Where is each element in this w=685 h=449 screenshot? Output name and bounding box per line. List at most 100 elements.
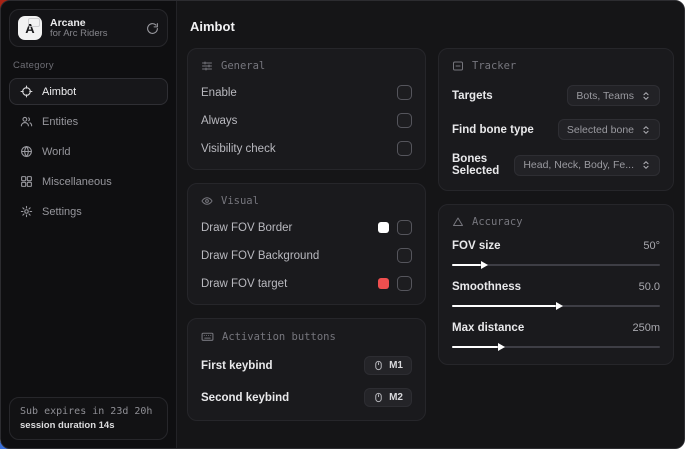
sidebar-item-label: World xyxy=(42,146,71,158)
smoothness-slider[interactable] xyxy=(452,302,660,310)
mouse-icon xyxy=(373,360,384,371)
subscription-info-card: Sub expires in 23d 20h session duration … xyxy=(9,397,168,440)
setting-row-targets: Targets Bots, Teams xyxy=(452,85,660,106)
keybind-value: M1 xyxy=(389,360,403,371)
sidebar: A Arcane for Arc Riders Category Aimbot xyxy=(1,1,177,448)
setting-label: Bones Selected xyxy=(452,153,514,177)
chevrons-up-down-icon xyxy=(641,91,651,101)
setting-row-enable: Enable xyxy=(201,85,412,100)
draw-fov-target-checkbox[interactable] xyxy=(397,276,412,291)
dropdown-value: Selected bone xyxy=(567,124,634,136)
setting-label: FOV size xyxy=(452,240,501,252)
eye-icon xyxy=(201,195,213,207)
app-meta: Arcane for Arc Riders xyxy=(50,17,108,40)
setting-label: Find bone type xyxy=(452,124,534,136)
setting-label: Smoothness xyxy=(452,281,521,293)
setting-row-draw-fov-target: Draw FOV target xyxy=(201,276,412,291)
bones-selected-dropdown[interactable]: Head, Neck, Body, Fe... xyxy=(514,155,660,176)
page: A Arcane for Arc Riders Category Aimbot xyxy=(0,0,685,449)
setting-label: Targets xyxy=(452,90,493,102)
card-title-label: Visual xyxy=(221,195,259,207)
sidebar-item-world[interactable]: World xyxy=(9,138,168,165)
app-subtitle: for Arc Riders xyxy=(50,29,108,40)
setting-label: Draw FOV Background xyxy=(201,250,319,262)
slider-fill xyxy=(452,305,556,307)
setting-row-always: Always xyxy=(201,113,412,128)
scan-icon xyxy=(452,60,464,72)
app-header-card: A Arcane for Arc Riders xyxy=(9,9,168,47)
always-checkbox[interactable] xyxy=(397,113,412,128)
second-keybind-button[interactable]: M2 xyxy=(364,388,412,407)
dropdown-value: Head, Neck, Body, Fe... xyxy=(523,159,634,171)
general-card: General Enable Always Visibility check xyxy=(187,48,426,170)
setting-label: Draw FOV Border xyxy=(201,222,292,234)
sidebar-item-entities[interactable]: Entities xyxy=(9,108,168,135)
setting-label: Second keybind xyxy=(201,392,289,404)
setting-group-smoothness: Smoothness 50.0 xyxy=(452,281,660,310)
max-distance-slider[interactable] xyxy=(452,343,660,351)
setting-row-second-keybind: Second keybind M2 xyxy=(201,388,412,407)
activation-buttons-card: Activation buttons First keybind M1 xyxy=(187,318,426,421)
session-duration-text: session duration 14s xyxy=(20,420,157,431)
accuracy-card: Accuracy FOV size 50° xyxy=(438,204,674,365)
setting-row-draw-fov-background: Draw FOV Background xyxy=(201,248,412,263)
page-title: Aimbot xyxy=(190,19,674,34)
sidebar-item-aimbot[interactable]: Aimbot xyxy=(9,78,168,105)
sidebar-item-label: Miscellaneous xyxy=(42,176,112,188)
chevrons-up-down-icon xyxy=(641,160,651,170)
subscription-expiry-text: Sub expires in 23d 20h xyxy=(20,406,157,417)
keybind-value: M2 xyxy=(389,392,403,403)
globe-icon xyxy=(20,145,33,158)
setting-row-find-bone-type: Find bone type Selected bone xyxy=(452,119,660,140)
grid-icon xyxy=(20,175,33,188)
card-title-label: Tracker xyxy=(472,60,516,72)
dropdown-value: Bots, Teams xyxy=(576,90,634,102)
sidebar-item-settings[interactable]: Settings xyxy=(9,198,168,225)
setting-label: Enable xyxy=(201,87,237,99)
card-title-label: Activation buttons xyxy=(222,331,336,343)
chevrons-up-down-icon xyxy=(641,125,651,135)
category-label: Category xyxy=(13,60,164,71)
setting-row-bones-selected: Bones Selected Head, Neck, Body, Fe... xyxy=(452,153,660,177)
draw-fov-border-checkbox[interactable] xyxy=(397,220,412,235)
mouse-icon xyxy=(373,392,384,403)
card-title-label: Accuracy xyxy=(472,216,523,228)
setting-group-fov-size: FOV size 50° xyxy=(452,240,660,269)
app-name: Arcane xyxy=(50,17,108,29)
left-column: General Enable Always Visibility check xyxy=(187,48,426,421)
find-bone-type-dropdown[interactable]: Selected bone xyxy=(558,119,660,140)
targets-dropdown[interactable]: Bots, Teams xyxy=(567,85,660,106)
setting-label: Draw FOV target xyxy=(201,278,287,290)
enable-checkbox[interactable] xyxy=(397,85,412,100)
setting-label: Always xyxy=(201,115,237,127)
sidebar-item-label: Entities xyxy=(42,116,78,128)
main-content: Aimbot General Enable xyxy=(177,1,684,448)
entities-icon xyxy=(20,115,33,128)
crosshair-icon xyxy=(20,85,33,98)
fov-border-color-swatch[interactable] xyxy=(378,222,389,233)
visual-card: Visual Draw FOV Border Draw FOV Backgrou… xyxy=(187,183,426,305)
sliders-icon xyxy=(201,60,213,72)
max-distance-value: 250m xyxy=(632,322,660,334)
card-title-label: General xyxy=(221,60,265,72)
draw-fov-background-checkbox[interactable] xyxy=(397,248,412,263)
setting-row-draw-fov-border: Draw FOV Border xyxy=(201,220,412,235)
fov-target-color-swatch[interactable] xyxy=(378,278,389,289)
right-column: Tracker Targets Bots, Teams xyxy=(438,48,674,365)
sidebar-item-label: Aimbot xyxy=(42,86,76,98)
sidebar-item-label: Settings xyxy=(42,206,82,218)
gear-icon xyxy=(20,205,33,218)
setting-label: Visibility check xyxy=(201,143,276,155)
tracker-card: Tracker Targets Bots, Teams xyxy=(438,48,674,191)
first-keybind-button[interactable]: M1 xyxy=(364,356,412,375)
slider-fill xyxy=(452,346,498,348)
setting-row-visibility-check: Visibility check xyxy=(201,141,412,156)
sidebar-item-miscellaneous[interactable]: Miscellaneous xyxy=(9,168,168,195)
smoothness-value: 50.0 xyxy=(639,281,660,293)
fov-size-slider[interactable] xyxy=(452,261,660,269)
visibility-check-checkbox[interactable] xyxy=(397,141,412,156)
app-logo: A xyxy=(18,16,42,40)
setting-row-first-keybind: First keybind M1 xyxy=(201,356,412,375)
refresh-icon[interactable] xyxy=(146,22,159,35)
slider-fill xyxy=(452,264,481,266)
